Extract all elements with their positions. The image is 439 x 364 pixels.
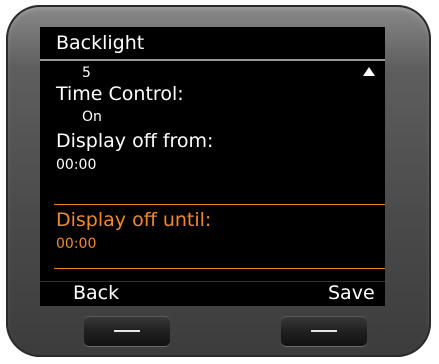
time-control-label[interactable]: Time Control: [56,83,184,105]
page-title: Backlight [56,32,145,54]
right-softkey-button[interactable] [281,316,367,346]
selection-bottom-divider [54,268,385,269]
display-off-from-value[interactable]: 00:00 [56,157,96,173]
display-off-from-label[interactable]: Display off from: [56,130,213,152]
left-softkey-button[interactable] [84,316,170,346]
back-softkey-label[interactable]: Back [73,282,119,304]
backlight-level-value[interactable]: 5 [82,65,91,81]
time-control-value[interactable]: On [82,109,102,125]
save-softkey-label[interactable]: Save [328,282,375,304]
dash-icon [114,330,140,332]
softkey-bar: Back Save [40,281,385,306]
scroll-up-arrow-icon [363,67,375,76]
display-off-until-value[interactable]: 00:00 [56,236,96,252]
dash-icon [311,330,337,332]
selection-top-divider [54,204,385,205]
display-off-until-label[interactable]: Display off until: [56,209,211,231]
display-header: Backlight [40,27,385,61]
phone-display: Backlight 5 Time Control: On Display off… [40,27,385,306]
